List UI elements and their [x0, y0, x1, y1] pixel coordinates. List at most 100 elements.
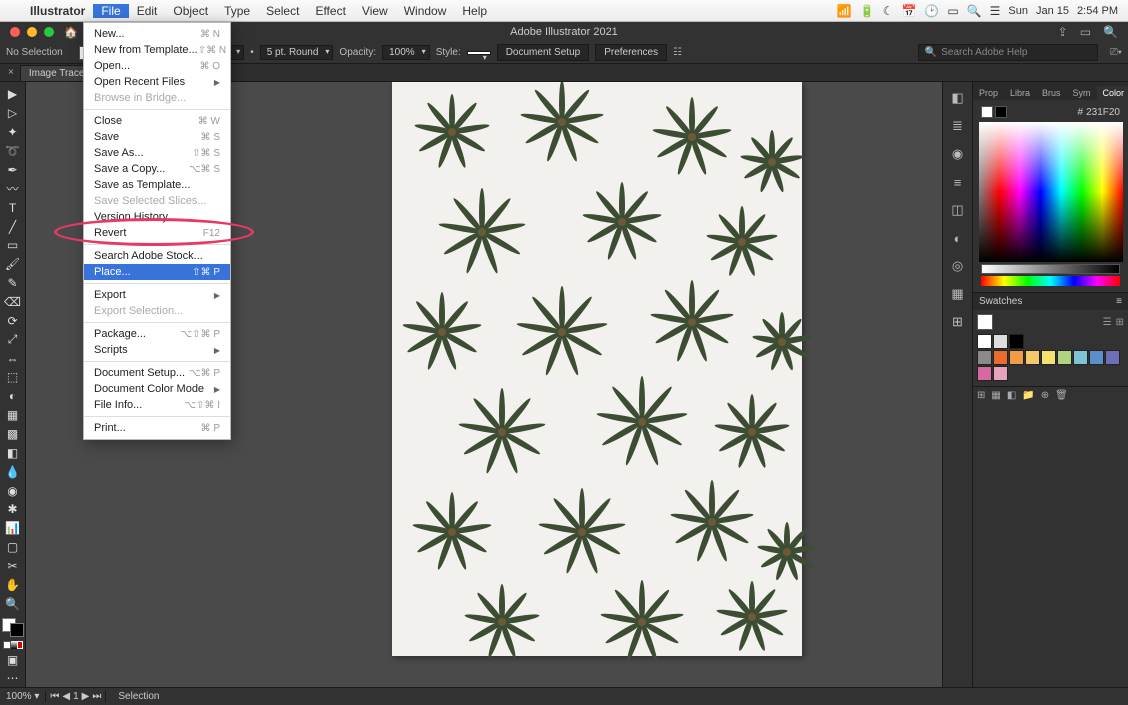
menu-object[interactable]: Object	[165, 4, 216, 18]
align-icon[interactable]: ☷	[673, 47, 682, 58]
fill-stroke-swatches[interactable]	[2, 618, 24, 637]
swatch[interactable]	[1057, 350, 1072, 365]
zoom-tool[interactable]: 🔍	[3, 595, 23, 612]
graphic-styles-dock-icon[interactable]: ▦	[948, 284, 968, 304]
new-color-group-icon[interactable]: 📁	[1022, 390, 1034, 401]
rectangle-tool[interactable]: ▭	[3, 237, 23, 254]
menu-select[interactable]: Select	[258, 4, 307, 18]
color-spectrum[interactable]	[979, 122, 1123, 262]
color-mode-toggles[interactable]	[3, 641, 23, 649]
saturation-slider[interactable]	[981, 264, 1120, 274]
moon-icon[interactable]: ☾	[883, 4, 894, 18]
file-menu-scripts[interactable]: Scripts	[84, 342, 230, 358]
mesh-tool[interactable]: ▩	[3, 426, 23, 443]
app-name[interactable]: Illustrator	[22, 4, 93, 18]
tab-close-icon[interactable]: ×	[8, 67, 14, 78]
cc-libraries-dock-icon[interactable]: ◉	[948, 144, 968, 164]
direct-selection-tool[interactable]: ▷	[3, 105, 23, 122]
swatches-list-view-icon[interactable]: ☰	[1103, 317, 1112, 328]
delete-swatch-icon[interactable]: 🗑	[1055, 390, 1068, 401]
brush-definition-dropdown[interactable]: 5 pt. Round	[260, 45, 334, 60]
swatch[interactable]	[977, 350, 992, 365]
workspace-switcher-icon[interactable]: ⎚▾	[1110, 47, 1122, 58]
swatch[interactable]	[1041, 350, 1056, 365]
blend-tool[interactable]: ◉	[3, 482, 23, 499]
swatch[interactable]	[1073, 350, 1088, 365]
artboard-navigation[interactable]: ⏮◀1▶⏭	[46, 691, 106, 702]
align-dock-icon[interactable]: ⊞	[948, 312, 968, 332]
curvature-tool[interactable]: 〰	[3, 180, 23, 197]
preferences-button[interactable]: Preferences	[595, 44, 667, 61]
search-tray-icon[interactable]: 🔍	[967, 4, 982, 18]
type-tool[interactable]: T	[3, 199, 23, 216]
hand-tool[interactable]: ✋	[3, 576, 23, 593]
panel-tab-brus[interactable]: Brus	[1036, 86, 1067, 100]
paintbrush-tool[interactable]: 🖌	[3, 256, 23, 273]
panel-tab-color[interactable]: Color	[1097, 86, 1128, 100]
control-center-icon[interactable]: ☰	[990, 4, 1001, 18]
shape-builder-tool[interactable]: ◐	[3, 388, 23, 405]
menu-file[interactable]: File	[93, 4, 128, 18]
clock-icon[interactable]: 🕑	[924, 4, 939, 18]
screen-mode-toggle[interactable]: ▣	[3, 651, 23, 668]
lasso-tool[interactable]: ➰	[3, 143, 23, 160]
properties-dock-icon[interactable]: ◧	[948, 88, 968, 108]
pen-tool[interactable]: ✒	[3, 161, 23, 178]
swatch[interactable]	[1009, 334, 1024, 349]
edit-toolbar-button[interactable]: ⋯	[3, 670, 23, 687]
file-menu-open-recent-files[interactable]: Open Recent Files	[84, 74, 230, 90]
file-menu-save-a-copy[interactable]: Save a Copy...⌥⌘ S	[84, 161, 230, 177]
file-menu-save-as-template[interactable]: Save as Template...	[84, 177, 230, 193]
swatches-grid-view-icon[interactable]: ⊞	[1116, 317, 1124, 328]
shaper-tool[interactable]: ✎	[3, 275, 23, 292]
new-swatch-icon[interactable]: ⊕	[1041, 390, 1049, 401]
file-menu-file-info[interactable]: File Info...⌥⇧⌘ I	[84, 397, 230, 413]
slice-tool[interactable]: ✂	[3, 558, 23, 575]
hue-slider[interactable]	[981, 276, 1120, 286]
file-menu-document-setup[interactable]: Document Setup...⌥⌘ P	[84, 365, 230, 381]
calendar-icon[interactable]: 📅	[901, 4, 916, 18]
file-menu-version-history[interactable]: Version History	[84, 209, 230, 225]
tray-day[interactable]: Sun	[1008, 5, 1028, 17]
eraser-tool[interactable]: ⌫	[3, 294, 23, 311]
swatch[interactable]	[1105, 350, 1120, 365]
file-menu-close[interactable]: Close⌘ W	[84, 113, 230, 129]
opacity-dropdown[interactable]: 100%	[382, 45, 430, 60]
tray-time[interactable]: 2:54 PM	[1077, 5, 1118, 17]
swatch-options-icon[interactable]: ◧	[1007, 390, 1016, 401]
file-menu-save-as[interactable]: Save As...⇧⌘ S	[84, 145, 230, 161]
width-tool[interactable]: ⇔	[3, 350, 23, 367]
menu-effect[interactable]: Effect	[307, 4, 353, 18]
file-menu-export[interactable]: Export	[84, 287, 230, 303]
file-menu-open[interactable]: Open...⌘ O	[84, 58, 230, 74]
wifi-icon[interactable]: 📶	[837, 4, 852, 18]
artboard-tool[interactable]: ▢	[3, 539, 23, 556]
file-menu-document-color-mode[interactable]: Document Color Mode	[84, 381, 230, 397]
swatch[interactable]	[993, 366, 1008, 381]
panel-tab-sym[interactable]: Sym	[1067, 86, 1097, 100]
menu-view[interactable]: View	[354, 4, 396, 18]
transparency-dock-icon[interactable]: ◐	[948, 228, 968, 248]
file-menu-save[interactable]: Save⌘ S	[84, 129, 230, 145]
menu-type[interactable]: Type	[216, 4, 258, 18]
file-menu-new[interactable]: New...⌘ N	[84, 26, 230, 42]
eyedropper-tool[interactable]: 💧	[3, 463, 23, 480]
menu-window[interactable]: Window	[396, 4, 455, 18]
battery-icon[interactable]: 🔋	[860, 4, 875, 18]
swatch[interactable]	[993, 334, 1008, 349]
stroke-dock-icon[interactable]: ≡	[948, 172, 968, 192]
swatch[interactable]	[977, 334, 992, 349]
swatch-library-menu-icon[interactable]: ⊞	[977, 390, 985, 401]
file-menu-new-from-template[interactable]: New from Template...⇧⌘ N	[84, 42, 230, 58]
swatch-kind-menu-icon[interactable]: ▦	[991, 390, 1000, 401]
menu-help[interactable]: Help	[454, 4, 495, 18]
rotate-tool[interactable]: ⟳	[3, 312, 23, 329]
swatches-current-fill[interactable]	[977, 314, 993, 330]
swatch[interactable]	[1009, 350, 1024, 365]
free-transform-tool[interactable]: ⬚	[3, 369, 23, 386]
airplay-icon[interactable]: ▭	[947, 4, 958, 18]
gradient-dock-icon[interactable]: ◫	[948, 200, 968, 220]
file-menu-search-adobe-stock[interactable]: Search Adobe Stock...	[84, 248, 230, 264]
selection-tool[interactable]: ▶	[3, 86, 23, 103]
hex-value[interactable]: 231F20	[1086, 107, 1120, 118]
